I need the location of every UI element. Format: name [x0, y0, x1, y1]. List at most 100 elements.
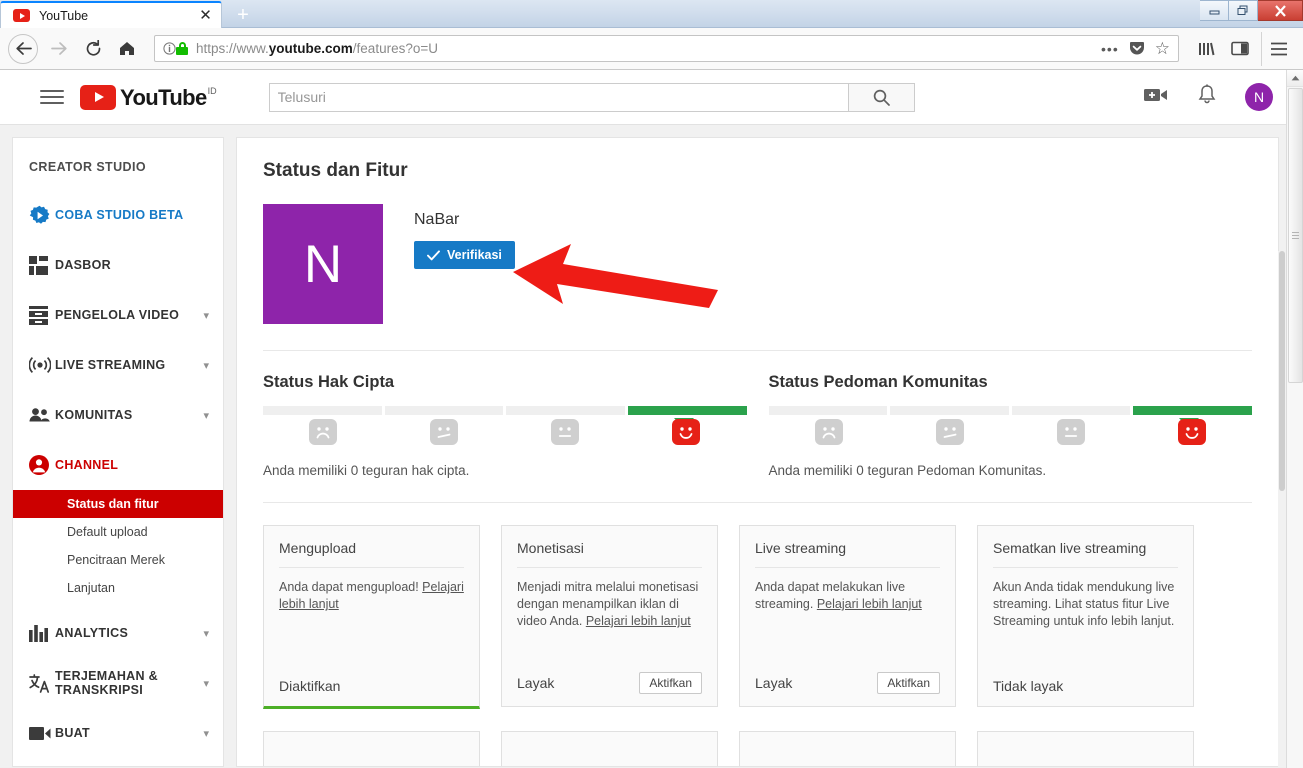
community-faces: [769, 418, 1253, 445]
browser-window: YouTube ✕ + https://www.youtube.com/feat…: [0, 0, 1303, 768]
chevron-down-icon[interactable]: ▾: [203, 359, 209, 372]
sidebar-item-label: PENGELOLA VIDEO: [55, 308, 180, 322]
avatar[interactable]: N: [1245, 83, 1273, 111]
tab-strip: YouTube ✕ +: [0, 0, 262, 28]
sidebar-subitem-default-upload[interactable]: Default upload: [13, 518, 223, 546]
card-status: Diaktifkan: [279, 678, 341, 694]
feature-card-partial: [263, 731, 480, 766]
learn-more-link[interactable]: Pelajari lebih lanjut: [817, 597, 922, 611]
sidebar-subitem-lanjutan[interactable]: Lanjutan: [13, 574, 223, 602]
browser-tab-youtube[interactable]: YouTube ✕: [0, 1, 222, 28]
sidebar-item-terjemahan-transkripsi[interactable]: TERJEMAHAN & TRANSKRIPSI ▾: [13, 658, 223, 708]
new-tab-button[interactable]: +: [224, 2, 262, 28]
sidebar-item-coba-studio-beta[interactable]: COBA STUDIO BETA: [13, 190, 223, 240]
enable-button[interactable]: Aktifkan: [877, 672, 940, 694]
verify-button[interactable]: Verifikasi: [414, 241, 515, 269]
browser-scrollbar[interactable]: [1286, 70, 1303, 768]
page-actions-icon[interactable]: •••: [1101, 41, 1119, 57]
happy-face-icon: [672, 419, 701, 445]
sidebar-item-komunitas[interactable]: KOMUNITAS ▾: [13, 390, 223, 440]
card-description: Akun Anda tidak mendukung live streaming…: [993, 580, 1175, 628]
sidebar-item-pengelola-video[interactable]: PENGELOLA VIDEO ▾: [13, 290, 223, 340]
chevron-down-icon[interactable]: ▾: [203, 409, 209, 422]
close-icon[interactable]: ✕: [196, 6, 215, 25]
header-actions: N: [1143, 83, 1285, 111]
country-code: ID: [207, 85, 217, 96]
main-content: Status dan Fitur N NaBar Verifikasi Stat…: [236, 137, 1279, 767]
sidebar-item-label: BUAT: [55, 726, 90, 740]
youtube-logo[interactable]: YouTube ID: [80, 84, 217, 110]
sidebar-item-label: COBA STUDIO BETA: [55, 208, 184, 222]
sidebar-item-dasbor[interactable]: DASBOR: [13, 240, 223, 290]
minimize-icon[interactable]: [1200, 0, 1229, 21]
library-icon[interactable]: [1189, 32, 1223, 66]
page-info-icon[interactable]: [163, 42, 176, 55]
bell-icon[interactable]: [1197, 84, 1217, 110]
card-description: Menjadi mitra melalui monetisasi dengan …: [517, 580, 699, 628]
pocket-icon[interactable]: [1129, 41, 1145, 56]
meter-segment: [890, 406, 1009, 415]
neutral-face-icon: [1056, 419, 1085, 445]
title-bar: YouTube ✕ +: [0, 0, 1303, 28]
sidebar-icon[interactable]: [1223, 32, 1257, 66]
home-icon[interactable]: [110, 32, 144, 66]
meter-segment-active: [1133, 406, 1252, 415]
card-title: Monetisasi: [517, 540, 702, 568]
sidebar-subitem-pencitraan-merek[interactable]: Pencitraan Merek: [13, 546, 223, 574]
copyright-status-title: Status Hak Cipta: [263, 373, 395, 391]
card-title: Sematkan live streaming: [993, 540, 1178, 568]
broadcast-icon: [29, 356, 55, 374]
feature-card-partial: [977, 731, 1194, 766]
sidebar-item-buat[interactable]: BUAT ▾: [13, 708, 223, 758]
sidebar-item-label: DASBOR: [55, 258, 111, 272]
card-status: Tidak layak: [993, 678, 1064, 694]
window-controls: [1200, 0, 1303, 21]
learn-more-link[interactable]: Pelajari lebih lanjut: [586, 614, 691, 628]
sad-face-icon: [814, 419, 843, 445]
video-manager-icon: [29, 305, 55, 325]
meter-segment: [263, 406, 382, 415]
url-text: https://www.youtube.com/features?o=U: [196, 41, 438, 56]
community-note: Anda memiliki 0 teguran Pedoman Komunita…: [768, 463, 1047, 478]
chevron-down-icon[interactable]: ▾: [203, 309, 209, 322]
youtube-header: YouTube ID N: [0, 70, 1303, 125]
sidebar-item-analytics[interactable]: ANALYTICS ▾: [13, 608, 223, 658]
video-camera-icon[interactable]: [1143, 86, 1169, 109]
channel-name: NaBar: [414, 211, 460, 228]
reload-button[interactable]: [76, 32, 110, 66]
creator-studio-sidebar: CREATOR STUDIO COBA STUDIO BETA DASBOR P…: [12, 137, 224, 767]
sidebar-subitem-status-dan-fitur[interactable]: Status dan fitur: [13, 490, 223, 518]
page-inner-scroll-thumb[interactable]: [1279, 251, 1285, 491]
card-description: Anda dapat melakukan live streaming. Pel…: [755, 580, 922, 611]
sidebar-item-channel[interactable]: CHANNEL: [13, 440, 223, 490]
page-inner-scrollbar[interactable]: [1278, 251, 1286, 767]
back-button[interactable]: [8, 33, 38, 64]
chevron-down-icon[interactable]: ▾: [203, 677, 209, 690]
search-form: [268, 82, 915, 112]
youtube-favicon: [13, 9, 30, 22]
hamburger-icon[interactable]: [40, 88, 64, 106]
meter-segment-active: [627, 406, 747, 415]
copyright-status: Status Hak Cipta Anda memiliki 0 teguran…: [263, 373, 747, 478]
translate-icon: [29, 673, 55, 693]
chevron-down-icon[interactable]: ▾: [203, 727, 209, 740]
scroll-grip-icon: [1292, 230, 1299, 241]
community-meter: [768, 406, 1252, 415]
close-icon[interactable]: [1258, 0, 1303, 21]
scroll-up-icon[interactable]: [1287, 70, 1303, 87]
person-circle-icon: [29, 455, 55, 475]
bookmark-star-icon[interactable]: ☆: [1155, 39, 1170, 59]
enable-button[interactable]: Aktifkan: [639, 672, 702, 694]
verify-button-label: Verifikasi: [447, 248, 502, 262]
address-bar[interactable]: https://www.youtube.com/features?o=U •••…: [154, 35, 1179, 62]
sidebar-item-live-streaming[interactable]: LIVE STREAMING ▾: [13, 340, 223, 390]
search-input[interactable]: [268, 82, 849, 112]
copyright-faces: [263, 418, 747, 445]
search-button[interactable]: [848, 82, 915, 112]
restore-icon[interactable]: [1229, 0, 1258, 21]
chevron-down-icon[interactable]: ▾: [203, 627, 209, 640]
feature-cards-row-2: [263, 731, 1252, 766]
app-menu-icon[interactable]: [1261, 31, 1295, 66]
feature-card-sematkan-live-streaming: Sematkan live streaming Akun Anda tidak …: [977, 525, 1194, 707]
scroll-thumb[interactable]: [1288, 88, 1303, 383]
